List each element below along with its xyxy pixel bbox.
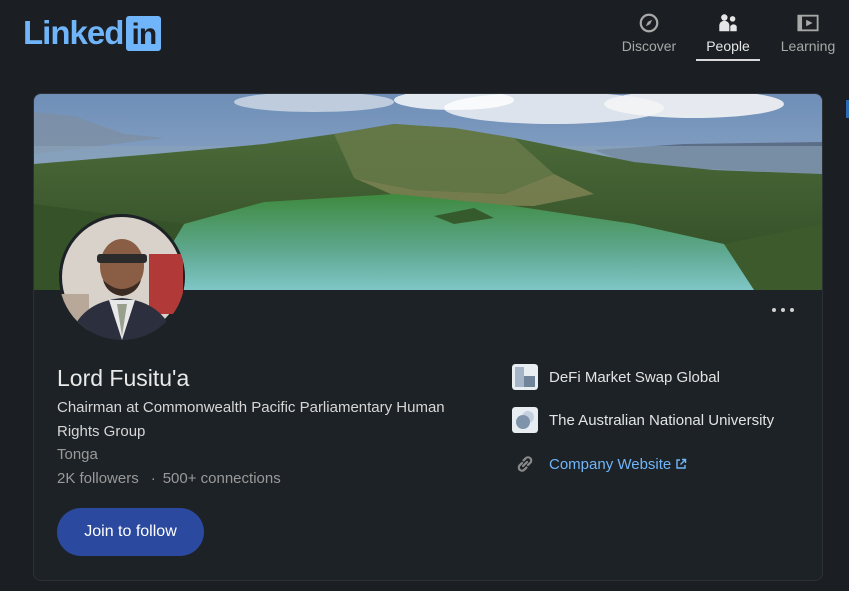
nav-discover-label: Discover <box>621 38 677 54</box>
logo-wordmark: Linked <box>23 14 124 51</box>
company-website-label: Company Website <box>549 455 672 473</box>
profile-location: Tonga <box>57 446 98 463</box>
nav-people[interactable]: People <box>696 0 760 61</box>
avatar <box>59 214 185 340</box>
education-item[interactable]: The Australian National University <box>512 407 774 433</box>
profile-name: Lord Fusitu'a <box>57 365 190 391</box>
external-link-icon <box>676 458 687 469</box>
company-logo-icon <box>512 364 538 390</box>
company-website-link[interactable]: Company Website <box>512 451 687 477</box>
followers-count: 2K followers <box>57 470 139 487</box>
nav-learning[interactable]: Learning <box>776 0 840 60</box>
school-name: The Australian National University <box>549 411 775 429</box>
school-logo-icon <box>512 407 538 433</box>
company-name: DeFi Market Swap Global <box>549 368 720 386</box>
profile-headline: Chairman at Commonwealth Pacific Parliam… <box>57 399 445 440</box>
current-company[interactable]: DeFi Market Swap Global <box>512 364 720 390</box>
join-to-follow-button[interactable]: Join to follow <box>57 508 204 556</box>
video-icon <box>797 14 819 32</box>
logo-box: in <box>126 15 162 51</box>
people-icon <box>719 14 737 32</box>
compass-icon <box>639 13 659 33</box>
more-options-button[interactable] <box>772 304 796 316</box>
profile-photo <box>59 214 185 340</box>
nav-learning-label: Learning <box>780 38 836 54</box>
link-icon <box>517 456 533 472</box>
nav-discover[interactable]: Discover <box>618 0 680 60</box>
profile-stats: 2K followers · 500+ connections <box>57 470 281 487</box>
connections-count: 500+ connections <box>162 470 281 487</box>
stats-separator: · <box>150 470 156 487</box>
top-header: Linked in Discover People Learning <box>0 0 849 70</box>
linkedin-logo[interactable]: Linked in <box>23 14 162 51</box>
nav-people-label: People <box>706 38 750 54</box>
